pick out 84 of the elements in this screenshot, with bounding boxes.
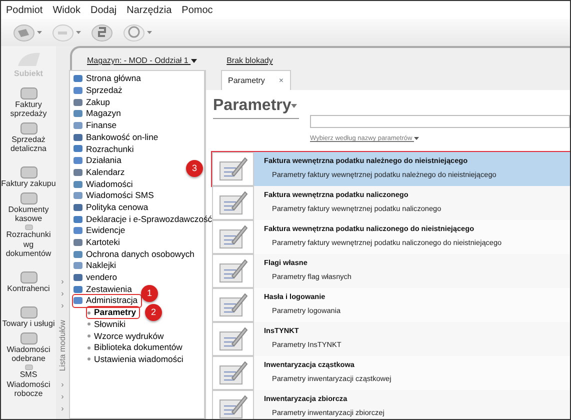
tree-item[interactable]: Wiadomości SMS: [73, 190, 154, 202]
module-icon: [20, 305, 38, 320]
document-pencil-icon: [218, 258, 248, 284]
tree-item[interactable]: Wiadomości: [73, 178, 133, 190]
caret-icon: [414, 136, 419, 140]
tree-item[interactable]: Działania: [73, 154, 122, 166]
document-pencil-icon: [218, 224, 248, 250]
tree-item[interactable]: Zakup: [73, 96, 110, 108]
chevron-icon[interactable]: ›: [61, 276, 64, 288]
tree-item[interactable]: Kartoteki: [73, 236, 120, 248]
toolbar-button[interactable]: [123, 22, 152, 42]
document-pencil-icon: [218, 326, 248, 352]
sidebar-item[interactable]: Sprzedaż detaliczna: [1, 119, 56, 154]
sidebar-item[interactable]: Kontrahenci: [1, 259, 56, 294]
sidebar-item[interactable]: Rozrachunki wg dokumentów: [1, 224, 56, 259]
tree-item[interactable]: Sprzedaż: [73, 84, 122, 96]
sidebar-item[interactable]: Wiadomości odebrane: [1, 329, 56, 364]
tree-subitem[interactable]: Słowniki: [87, 318, 126, 330]
module-icon: [20, 120, 38, 135]
tab-label: Parametry: [228, 74, 265, 86]
tree-item[interactable]: Finanse: [73, 120, 117, 132]
document-pencil-icon: [218, 292, 248, 318]
tree-subitem[interactable]: Biblioteka dokumentów: [87, 342, 182, 354]
tree-item[interactable]: Bankowość on-line: [73, 131, 158, 144]
document-pencil-icon: [218, 394, 248, 419]
menu-item[interactable]: Narzędzia: [126, 3, 172, 17]
chevron-icon[interactable]: ›: [61, 391, 64, 403]
chevron-icon[interactable]: ›: [61, 288, 64, 300]
sidebar-item[interactable]: Dokumenty kasowe: [1, 189, 56, 224]
tree-item[interactable]: Administracja: [73, 295, 141, 307]
tree-item[interactable]: Naklejki: [73, 260, 116, 272]
chevron-icon[interactable]: ›: [61, 300, 64, 312]
tree-item[interactable]: Rozrachunki: [73, 143, 134, 155]
sidebar-item[interactable]: Faktury zakupu: [1, 154, 56, 189]
tree-subitem[interactable]: Parametry: [87, 306, 140, 318]
document-pencil-icon: [218, 190, 248, 216]
menu-item[interactable]: Podmiot: [6, 3, 43, 17]
menu-item[interactable]: Widok: [52, 3, 80, 17]
document-pencil-icon: [218, 156, 248, 182]
sidebar-item[interactable]: Towary i usługi: [1, 294, 56, 329]
bullet-icon: [87, 334, 91, 338]
tree-item[interactable]: Deklaracje i e-Sprawozdawczość: [73, 213, 212, 225]
marker-badge: 2: [145, 304, 162, 321]
warehouse-link[interactable]: Magazyn: - MOD - Oddział 1: [87, 55, 197, 67]
tree-item[interactable]: Kalendarz: [73, 166, 125, 178]
tree-item[interactable]: Magazyn: [73, 108, 121, 120]
sidebar-item[interactable]: SMS Wiadomości robocze: [1, 364, 56, 399]
tab[interactable]: Parametry ×: [221, 70, 291, 90]
document-pencil-icon: [218, 360, 248, 386]
caret-icon: [147, 31, 152, 34]
caret-icon: [190, 58, 197, 63]
tree-item[interactable]: Polityka cenowa: [73, 202, 148, 214]
tree-subitem[interactable]: Wzorce wydruków: [87, 330, 164, 342]
bullet-icon: [87, 322, 91, 326]
module-icon: [20, 165, 38, 180]
toolbar-button[interactable]: [13, 22, 42, 42]
chevron-icon[interactable]: ›: [61, 379, 64, 391]
module-list-label: Lista modułów: [56, 320, 68, 371]
marker-badge: 1: [141, 285, 158, 302]
tree-item[interactable]: Ochrona danych osobowych: [73, 248, 194, 260]
close-icon[interactable]: ×: [278, 74, 284, 86]
page-title-dropdown[interactable]: Parametry: [213, 94, 300, 119]
sidebar-item[interactable]: Faktury sprzedaży: [1, 84, 56, 119]
module-icon: [20, 86, 38, 100]
caret-icon: [76, 31, 81, 34]
tree-item[interactable]: Zestawienia: [73, 283, 132, 296]
module-icon: [20, 190, 38, 205]
caret-icon: [37, 31, 42, 34]
tree-item[interactable]: vendero: [73, 272, 118, 284]
tree-item[interactable]: Strona główna: [73, 73, 141, 85]
tree-item[interactable]: Ewidencje: [73, 224, 126, 237]
module-icon: [20, 270, 38, 284]
menu-item[interactable]: Pomoc: [182, 3, 213, 17]
bullet-icon: [87, 310, 91, 315]
menu-item[interactable]: Dodaj: [90, 3, 117, 17]
help-icon: [123, 22, 145, 42]
module-icon: [20, 330, 38, 345]
lock-status-link[interactable]: Brak blokady: [226, 55, 273, 67]
caret-icon: [291, 104, 298, 108]
bullet-icon: [87, 346, 91, 350]
tree-subitem[interactable]: Ustawienia wiadomości: [87, 354, 184, 366]
bullet-icon: [87, 357, 91, 362]
chevron-icon[interactable]: ›: [61, 403, 64, 415]
search-field[interactable]: [310, 115, 570, 128]
